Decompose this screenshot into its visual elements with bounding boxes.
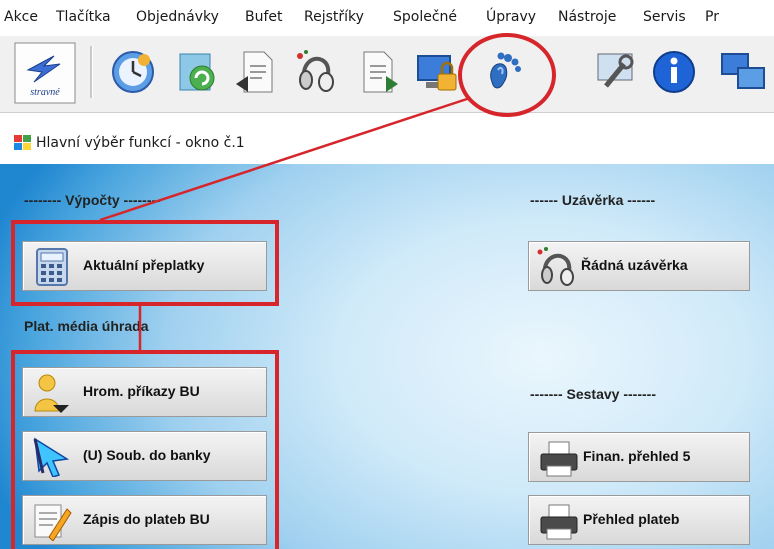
radna-uzaverka-label: Řádná uzávěrka — [581, 257, 688, 273]
clock-icon[interactable] — [108, 46, 158, 98]
prehled-plateb-button[interactable]: Přehled plateb — [528, 495, 750, 545]
main-function-window: Hlavní výběr funkcí - okno č.1 -------- … — [0, 122, 774, 549]
menu-servis[interactable]: Servis — [643, 9, 686, 25]
menu-rejstriky[interactable]: Rejstříky — [304, 9, 364, 25]
menu-spolecne[interactable]: Společné — [393, 9, 457, 25]
menu-nastroje[interactable]: Nástroje — [558, 9, 616, 25]
footprint-icon[interactable] — [478, 46, 528, 98]
menu-bufet[interactable]: Bufet — [245, 9, 283, 25]
highlight-box-plat-media — [11, 350, 279, 549]
toolbar: stravné — [0, 36, 774, 113]
document-back-icon[interactable] — [352, 46, 402, 98]
svg-text:stravné: stravné — [30, 87, 60, 98]
document-arrow-icon[interactable] — [232, 46, 282, 98]
finan-prehled-button[interactable]: Finan. přehled 5 — [528, 432, 750, 482]
tools-icon[interactable] — [592, 46, 642, 98]
app-window-icon — [14, 135, 32, 155]
menu-akce[interactable]: Akce — [4, 9, 38, 25]
menu-objednavky[interactable]: Objednávky — [136, 9, 219, 25]
headset-icon[interactable] — [292, 46, 342, 98]
prehled-plateb-label: Přehled plateb — [583, 511, 680, 527]
printer-icon — [540, 441, 578, 477]
headset-icon — [537, 247, 574, 286]
section-uzaverka: ------ Uzávěrka ------ — [530, 192, 656, 208]
menu-bar: Akce Tlačítka Objednávky Bufet Rejstříky… — [0, 0, 774, 36]
info-icon[interactable] — [650, 46, 700, 98]
menu-upravy[interactable]: Úpravy — [486, 9, 536, 25]
network-icon[interactable] — [712, 46, 774, 98]
section-plat-media: Plat. média úhrada — [24, 318, 149, 334]
highlight-box-preplatky — [11, 220, 279, 306]
section-sestavy: ------- Sestavy ------- — [530, 386, 656, 402]
menu-more[interactable]: Pr — [705, 9, 719, 25]
section-vypocty: -------- Výpočty -------- — [24, 192, 161, 208]
menu-tlacitka[interactable]: Tlačítka — [56, 9, 111, 25]
stravne-logo-icon[interactable]: stravné — [14, 42, 76, 104]
computer-lock-icon[interactable] — [412, 46, 462, 98]
finan-prehled-label: Finan. přehled 5 — [583, 448, 691, 464]
window-title: Hlavní výběr funkcí - okno č.1 — [36, 135, 245, 151]
window-titlebar: Hlavní výběr funkcí - okno č.1 — [0, 122, 774, 164]
recycle-icon[interactable] — [172, 46, 222, 98]
radna-uzaverka-button[interactable]: Řádná uzávěrka — [528, 241, 750, 291]
printer-icon — [540, 504, 578, 540]
